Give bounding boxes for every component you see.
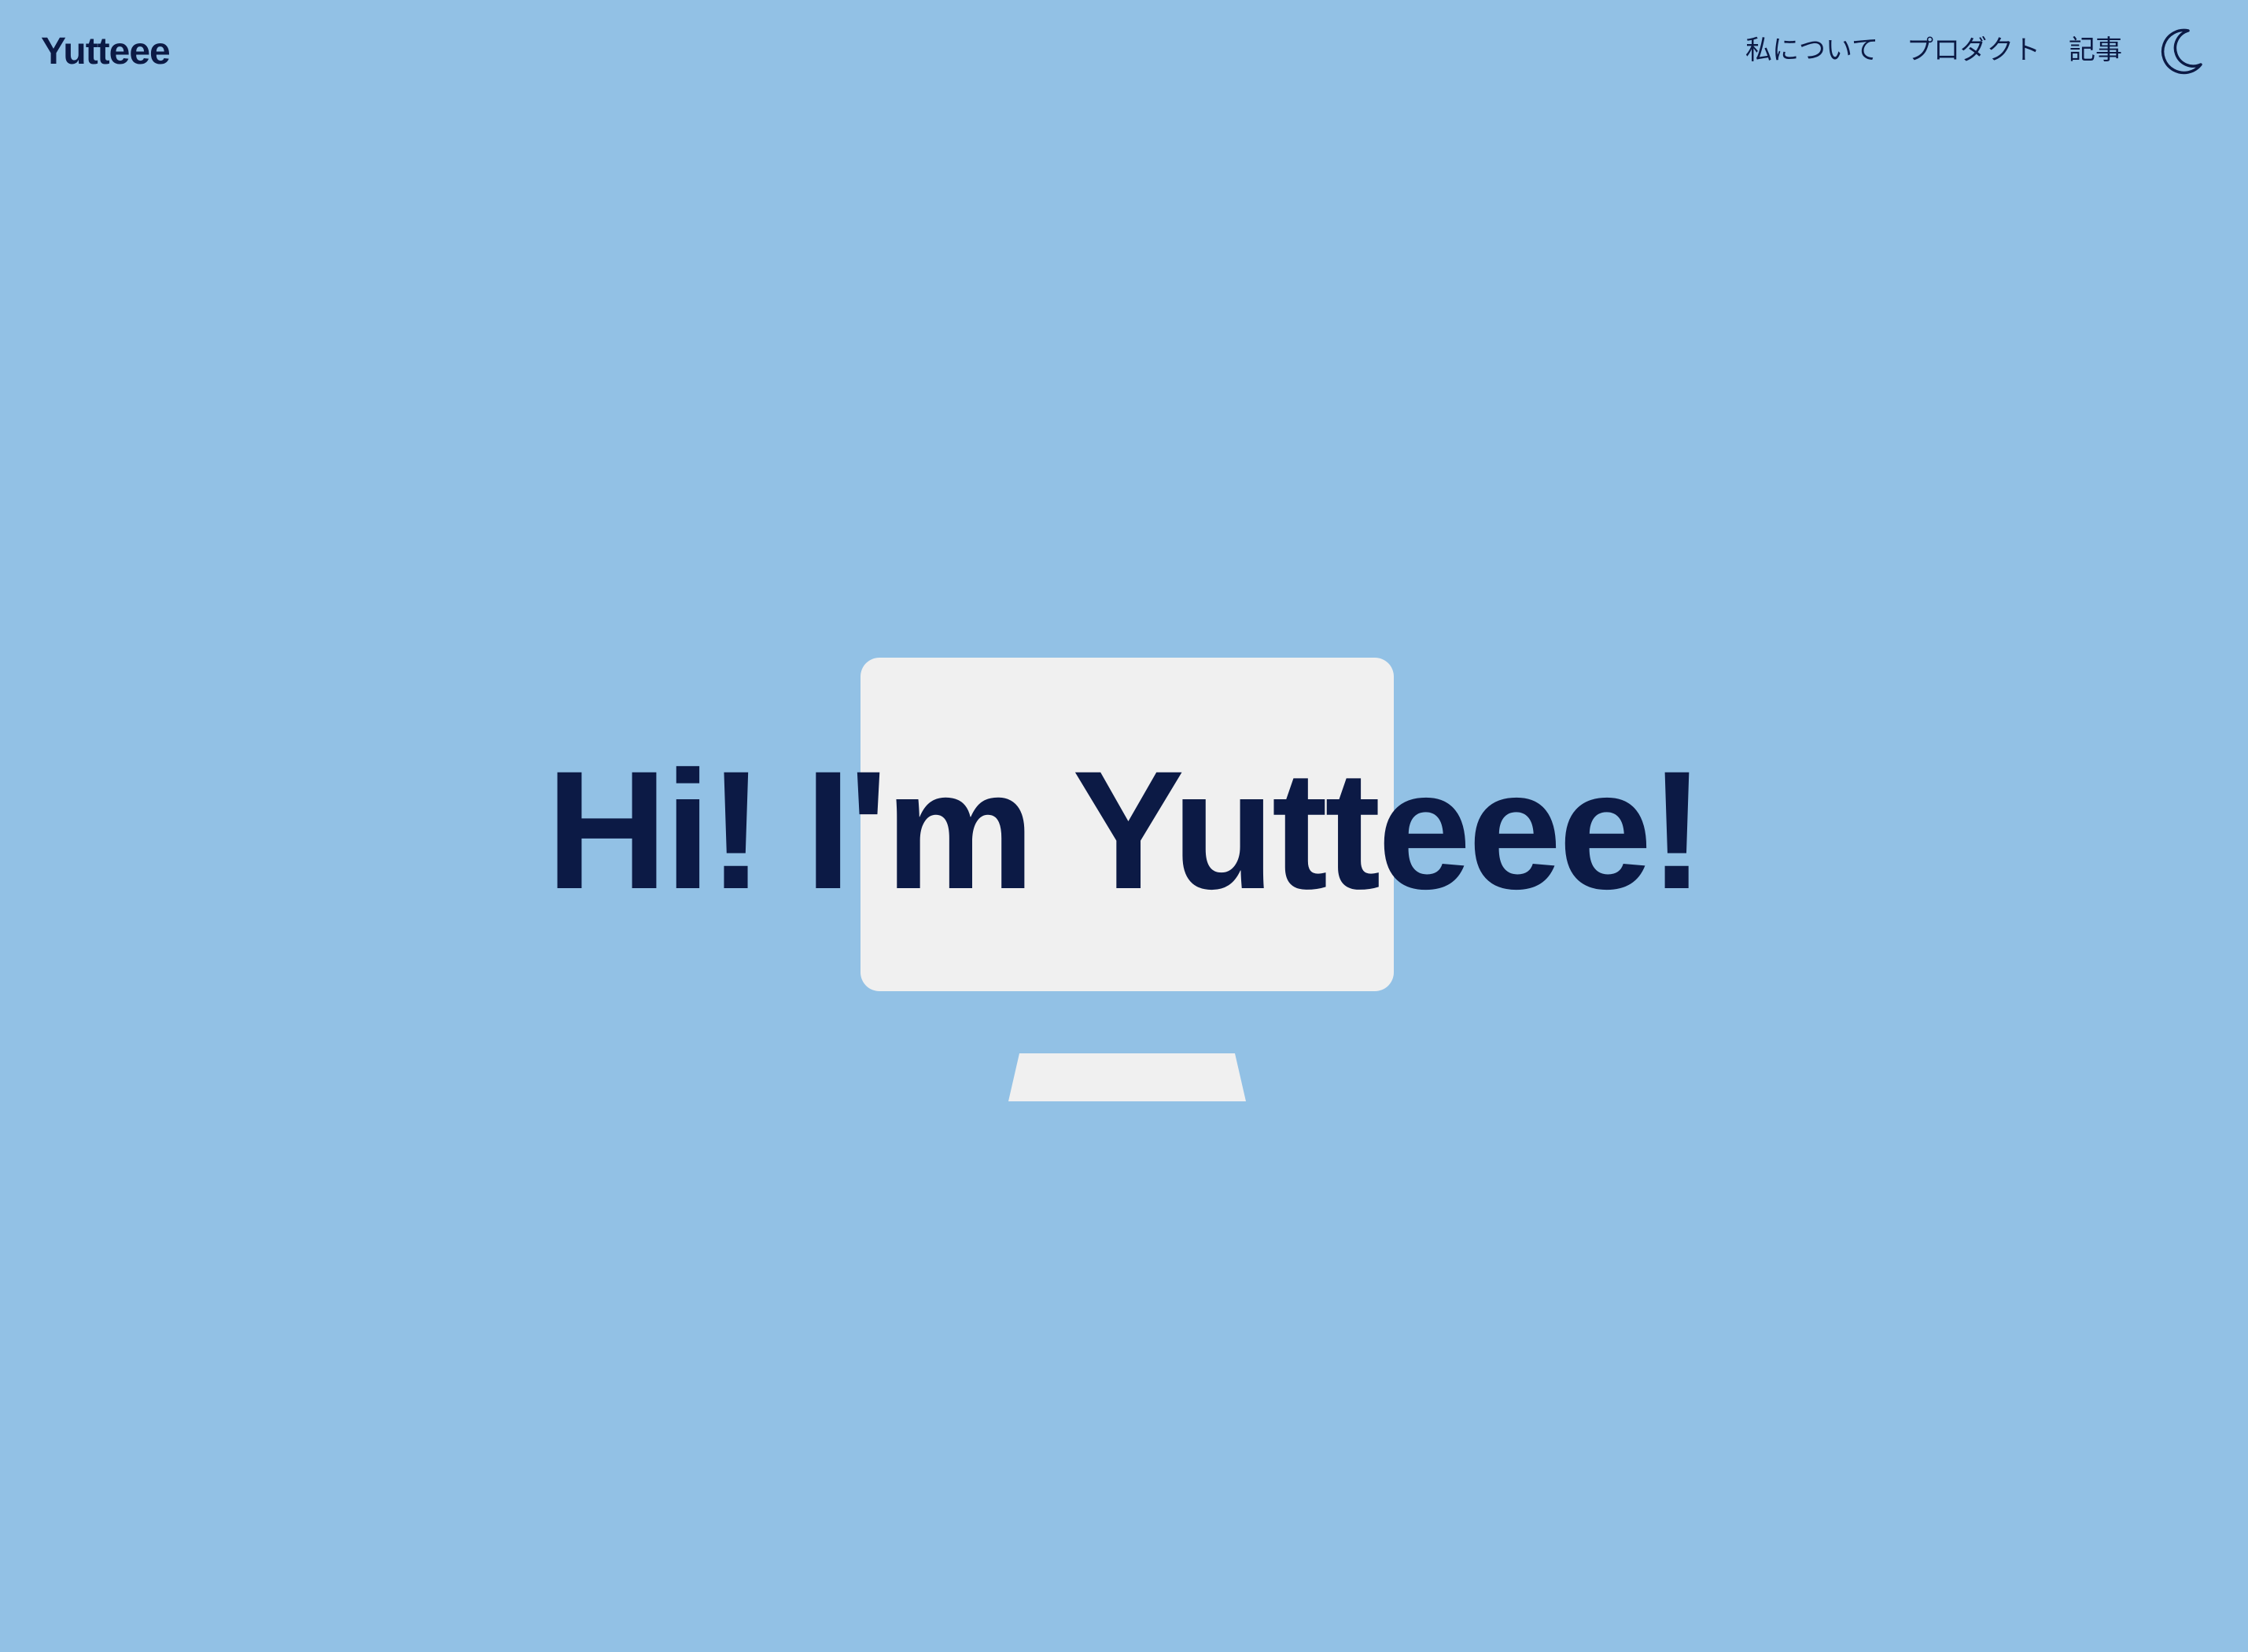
- hero-title: Hi! I'm Yutteee!: [546, 736, 1704, 924]
- nav-link-about[interactable]: 私について: [1745, 31, 1878, 69]
- monitor-stand: [1008, 1053, 1246, 1101]
- nav-link-products[interactable]: プロダクト: [1907, 31, 2040, 69]
- moon-icon: [2161, 28, 2202, 75]
- site-logo[interactable]: Yutteee: [41, 27, 171, 77]
- page: Yutteee 私について プロダクト 記事 Hi! I'm Yutteee!: [0, 0, 2248, 1652]
- site-header: Yutteee 私について プロダクト 記事: [0, 0, 2248, 102]
- theme-toggle-button[interactable]: [2152, 24, 2207, 79]
- main-nav: 私について プロダクト 記事: [1745, 31, 2122, 69]
- nav-link-articles[interactable]: 記事: [2069, 31, 2122, 69]
